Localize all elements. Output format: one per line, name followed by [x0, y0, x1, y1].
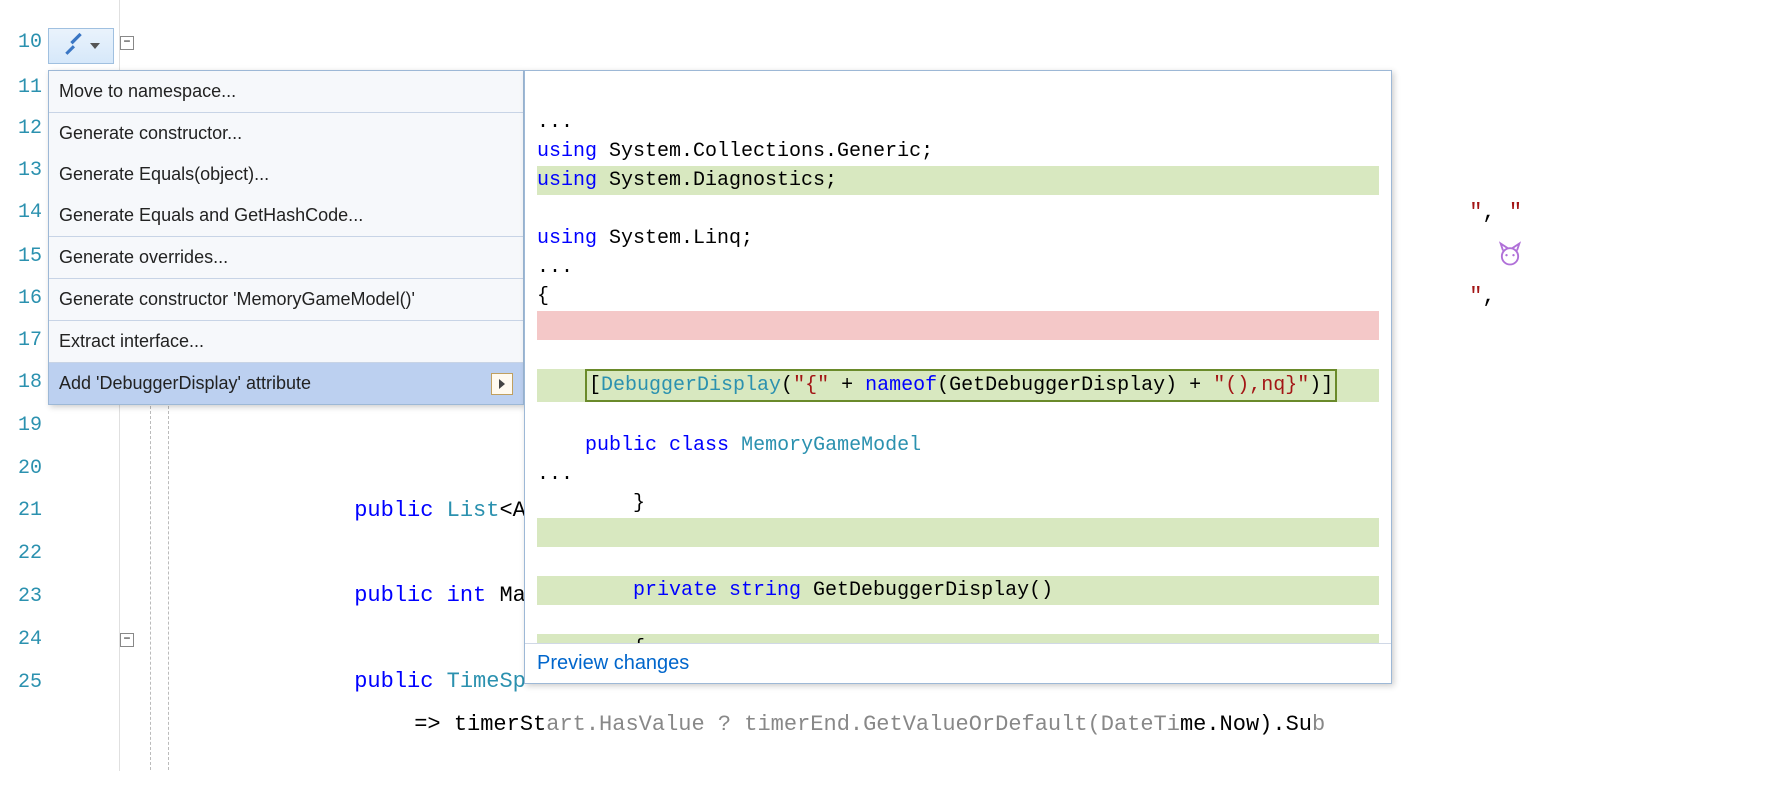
line-number: 22 — [0, 533, 50, 575]
string-literal: " — [1469, 284, 1482, 309]
quick-actions-menu: Move to namespace... Generate constructo… — [48, 70, 524, 405]
preview-line: using System.Collections.Generic; — [537, 140, 933, 163]
menu-item-label: Extract interface... — [59, 331, 204, 351]
line-number: 11 — [0, 67, 50, 109]
menu-item-extract-interface[interactable]: Extract interface... — [49, 321, 523, 363]
line-number: 13 — [0, 150, 50, 192]
menu-item-generate-equals-hash[interactable]: Generate Equals and GetHashCode... — [49, 195, 523, 237]
preview-line-added: private string GetDebuggerDisplay() — [537, 576, 1379, 605]
preview-line: ... — [537, 463, 573, 486]
line-number: 12 — [0, 108, 50, 150]
preview-line: public class MemoryGameModel — [537, 434, 921, 457]
submenu-arrow-icon — [491, 373, 513, 395]
code-text: => — [414, 712, 454, 737]
preview-line-added: using System.Diagnostics; — [537, 166, 1379, 195]
menu-item-generate-constructor[interactable]: Generate constructor... — [49, 113, 523, 154]
menu-item-generate-equals[interactable]: Generate Equals(object)... — [49, 154, 523, 195]
menu-item-label: Generate overrides... — [59, 247, 228, 267]
line-number: 14 — [0, 192, 50, 234]
line-number: 23 — [0, 576, 50, 618]
preview-changes-link[interactable]: Preview changes — [537, 652, 689, 674]
line-number: 25 — [0, 662, 50, 704]
keyword: public — [354, 583, 433, 608]
chevron-down-icon — [90, 43, 100, 49]
preview-footer: Preview changes — [525, 643, 1391, 683]
preview-line: { — [537, 285, 549, 308]
screwdriver-icon — [62, 30, 88, 63]
line-number: 15 — [0, 236, 50, 278]
type-name: List — [447, 498, 500, 523]
menu-item-move-namespace[interactable]: Move to namespace... — [49, 71, 523, 113]
line-number: 24 — [0, 619, 50, 661]
preview-line: using System.Linq; — [537, 227, 753, 250]
keyword: int — [447, 583, 487, 608]
line-number: 18 — [0, 362, 50, 404]
line-number: 17 — [0, 320, 50, 362]
menu-item-label: Generate constructor... — [59, 123, 242, 143]
preview-line-added: [DebuggerDisplay("{" + nameof(GetDebugge… — [537, 369, 1379, 402]
menu-item-label: Generate Equals(object)... — [59, 164, 269, 184]
menu-item-label: Add 'DebuggerDisplay' attribute — [59, 373, 311, 393]
line-number: 16 — [0, 278, 50, 320]
quick-actions-button[interactable] — [48, 28, 114, 64]
code-text: <A — [499, 498, 525, 523]
menu-item-label: Move to namespace... — [59, 81, 236, 101]
refactor-preview-panel: ... using System.Collections.Generic; us… — [524, 70, 1392, 684]
preview-line-removed — [537, 311, 1379, 340]
code-text: me — [1180, 712, 1206, 737]
menu-item-label: Generate constructor 'MemoryGameModel()' — [59, 289, 415, 309]
menu-item-generate-constructor-specific[interactable]: Generate constructor 'MemoryGameModel()' — [49, 279, 523, 321]
preview-line: } — [537, 492, 645, 515]
keyword: public — [354, 498, 433, 523]
string-literal: " — [1469, 200, 1482, 225]
preview-line: ... — [537, 111, 573, 134]
code-text: .Now).Su — [1206, 712, 1312, 737]
preview-diff: ... using System.Collections.Generic; us… — [525, 71, 1391, 643]
code-text: timerSt — [454, 712, 546, 737]
line-number: 10 — [0, 22, 50, 64]
line-number: 20 — [0, 448, 50, 490]
preview-line-added: { — [537, 634, 1379, 643]
preview-line: ... — [537, 256, 573, 279]
line-number: 19 — [0, 405, 50, 447]
menu-item-generate-overrides[interactable]: Generate overrides... — [49, 237, 523, 279]
line-number: 21 — [0, 490, 50, 532]
preview-line-added — [537, 518, 1379, 547]
string-literal: " — [1509, 200, 1522, 225]
cat-emoji-icon — [1390, 242, 1524, 309]
menu-item-label: Generate Equals and GetHashCode... — [59, 205, 363, 225]
menu-item-add-debuggerdisplay[interactable]: Add 'DebuggerDisplay' attribute — [49, 363, 523, 404]
